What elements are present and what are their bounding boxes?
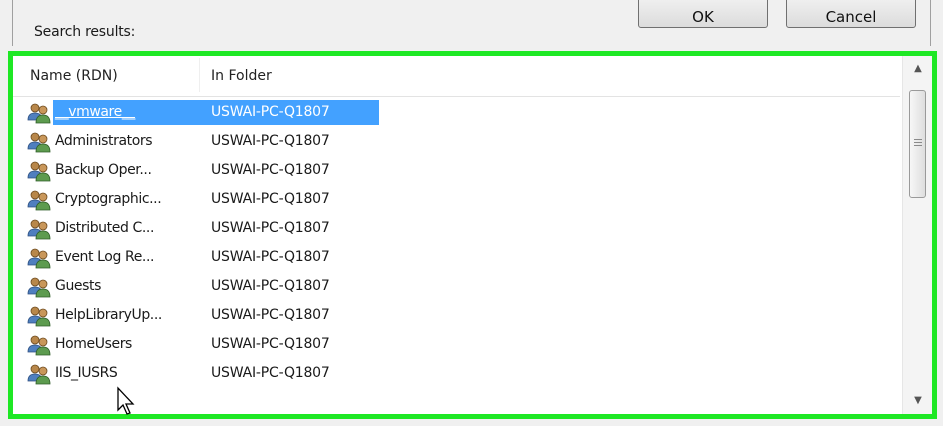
ok-button[interactable]: OK [638, 0, 768, 28]
mouse-cursor-icon [117, 386, 135, 415]
dialog-top-area: Search results: OK Cancel [0, 0, 943, 52]
search-results-label: Search results: [34, 24, 136, 40]
frame-line-left [12, 0, 13, 46]
frame-line-right [930, 0, 931, 46]
highlight-border [8, 51, 937, 419]
cancel-button[interactable]: Cancel [786, 0, 916, 28]
